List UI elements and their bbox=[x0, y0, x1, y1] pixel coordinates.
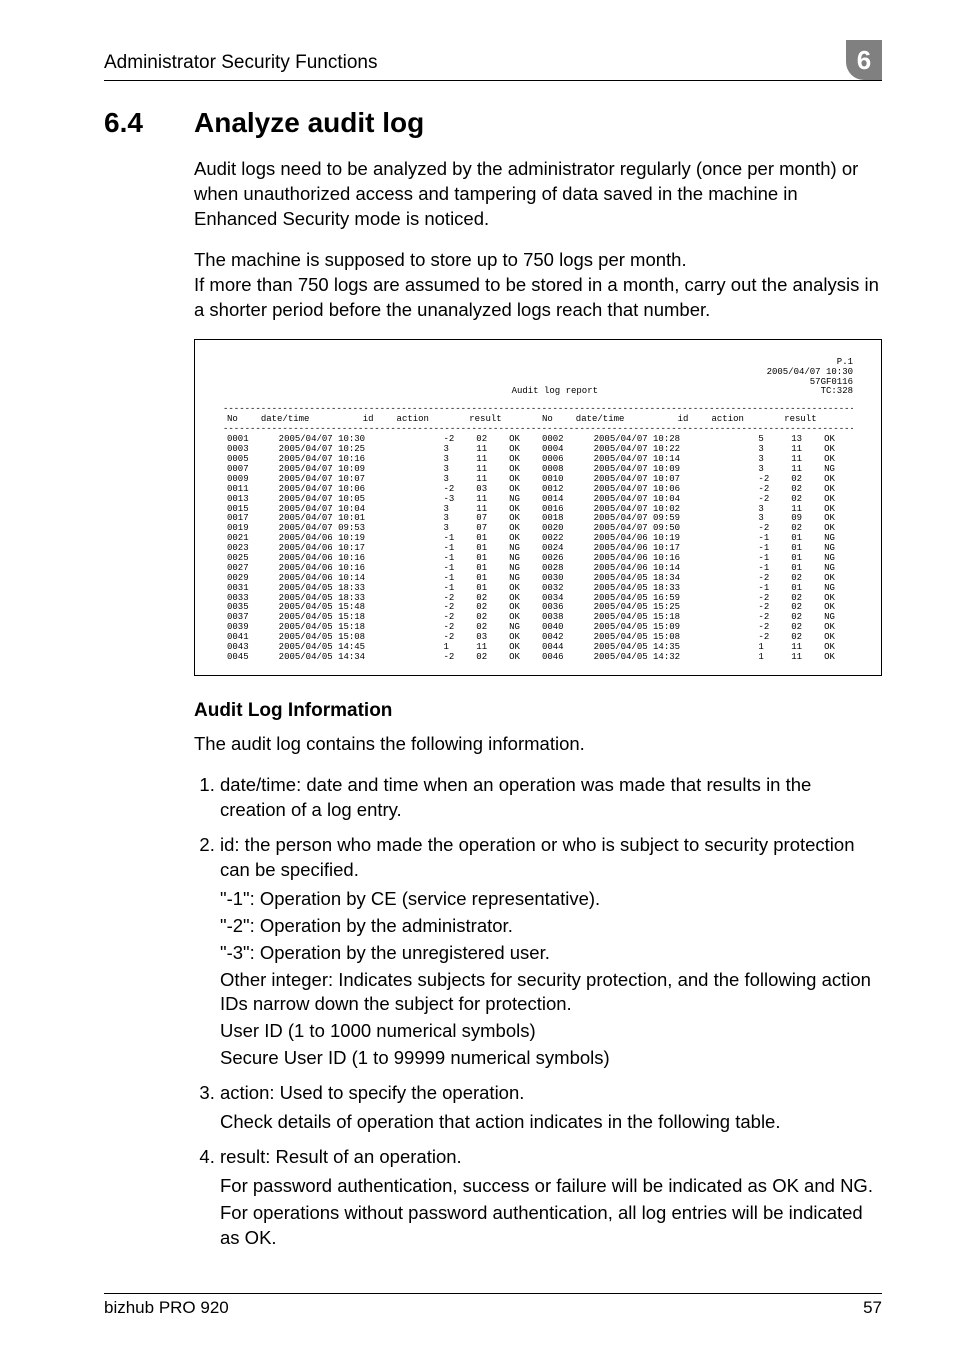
cell: 2005/04/05 14:34 bbox=[275, 653, 440, 663]
subline: "-3": Operation by the unregistered user… bbox=[220, 941, 882, 966]
paragraph-2: The machine is supposed to store up to 7… bbox=[194, 248, 882, 323]
subline: Secure User ID (1 to 99999 numerical sym… bbox=[220, 1046, 882, 1071]
section-number: 6.4 bbox=[104, 107, 164, 139]
subline: User ID (1 to 1000 numerical symbols) bbox=[220, 1019, 882, 1044]
item-2-sublines: "-1": Operation by CE (service represent… bbox=[220, 887, 882, 1072]
col: date/time bbox=[257, 415, 359, 425]
paragraph-1: Audit logs need to be analyzed by the ad… bbox=[194, 157, 882, 232]
subline: Check details of operation that action i… bbox=[220, 1110, 882, 1135]
list-item: result: Result of an operation. For pass… bbox=[220, 1145, 882, 1251]
col: id bbox=[674, 415, 708, 425]
cell: 0045 bbox=[223, 653, 275, 663]
cell: OK bbox=[820, 653, 853, 663]
page: Administrator Security Functions 6 6.4 A… bbox=[0, 0, 954, 1352]
col: result bbox=[465, 415, 538, 425]
header-bar: Administrator Security Functions 6 bbox=[104, 40, 882, 81]
item-3-sublines: Check details of operation that action i… bbox=[220, 1110, 882, 1135]
col: id bbox=[359, 415, 393, 425]
cell: -2 bbox=[439, 653, 472, 663]
col: No bbox=[538, 415, 572, 425]
report-header: Audit log report P.1 2005/04/07 10:30 57… bbox=[223, 358, 853, 398]
running-title: Administrator Security Functions bbox=[104, 52, 378, 74]
cell: 02 bbox=[472, 653, 505, 663]
footer: bizhub PRO 920 57 bbox=[104, 1293, 882, 1318]
chapter-badge: 6 bbox=[846, 40, 882, 80]
cell: 2005/04/05 14:32 bbox=[590, 653, 755, 663]
list-item: action: Used to specify the operation. C… bbox=[220, 1081, 882, 1135]
cell: 1 bbox=[754, 653, 787, 663]
footer-left: bizhub PRO 920 bbox=[104, 1298, 229, 1318]
subline: For operations without password authenti… bbox=[220, 1201, 882, 1251]
item-4-text: result: Result of an operation. bbox=[220, 1146, 462, 1167]
cell: 11 bbox=[787, 653, 820, 663]
subsection-title: Audit Log Information bbox=[194, 700, 882, 722]
col: No bbox=[223, 415, 257, 425]
item-3-text: action: Used to specify the operation. bbox=[220, 1082, 524, 1103]
report-title: Audit log report bbox=[343, 387, 767, 397]
col: result bbox=[780, 415, 853, 425]
audit-log-report: Audit log report P.1 2005/04/07 10:30 57… bbox=[194, 339, 882, 676]
cell: 0046 bbox=[538, 653, 590, 663]
section-heading: 6.4 Analyze audit log bbox=[104, 107, 882, 139]
list-item: date/time: date and time when an operati… bbox=[220, 773, 882, 823]
dash-line: ----------------------------------------… bbox=[223, 405, 853, 415]
subline: Other integer: Indicates subjects for se… bbox=[220, 968, 882, 1018]
report-header-row: No date/time id action result No date/ti… bbox=[223, 415, 853, 425]
body-block: Audit logs need to be analyzed by the ad… bbox=[194, 157, 882, 1251]
subsection-intro: The audit log contains the following inf… bbox=[194, 732, 882, 757]
report-header-table: No date/time id action result No date/ti… bbox=[223, 415, 853, 425]
col: action bbox=[393, 415, 466, 425]
footer-right: 57 bbox=[863, 1298, 882, 1318]
paragraph-2b: If more than 750 logs are assumed to be … bbox=[194, 274, 879, 320]
info-list: date/time: date and time when an operati… bbox=[194, 773, 882, 1251]
table-row: 00452005/04/05 14:34-202OK00462005/04/05… bbox=[223, 653, 853, 663]
paragraph-2a: The machine is supposed to store up to 7… bbox=[194, 249, 687, 270]
col: date/time bbox=[572, 415, 674, 425]
item-2-text: id: the person who made the operation or… bbox=[220, 834, 855, 880]
subline: "-2": Operation by the administrator. bbox=[220, 914, 882, 939]
subline: "-1": Operation by CE (service represent… bbox=[220, 887, 882, 912]
list-item: id: the person who made the operation or… bbox=[220, 833, 882, 1072]
subline: For password authentication, success or … bbox=[220, 1174, 882, 1199]
item-4-sublines: For password authentication, success or … bbox=[220, 1174, 882, 1251]
col: action bbox=[708, 415, 781, 425]
section-title-text: Analyze audit log bbox=[194, 107, 424, 139]
report-meta-line: TC:328 bbox=[767, 387, 853, 397]
item-1-text: date/time: date and time when an operati… bbox=[220, 774, 811, 820]
report-meta: P.1 2005/04/07 10:30 57GF0116 TC:328 bbox=[767, 358, 853, 398]
cell: OK bbox=[505, 653, 538, 663]
report-data-table: 00012005/04/07 10:30-202OK00022005/04/07… bbox=[223, 435, 853, 662]
